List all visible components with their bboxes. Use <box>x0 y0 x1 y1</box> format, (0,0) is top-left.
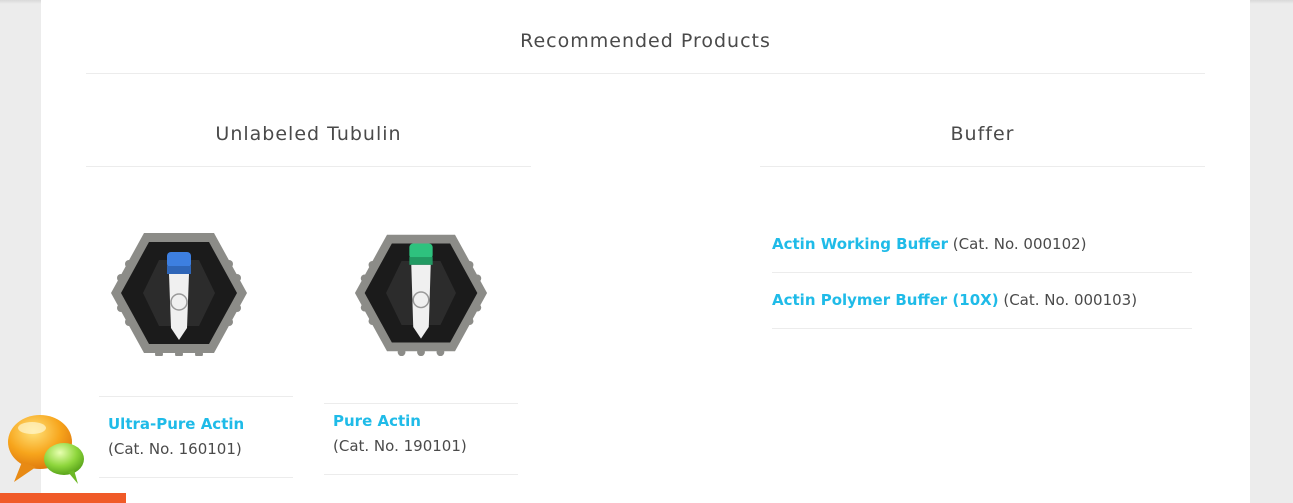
buffer-divider <box>772 272 1192 273</box>
buffer-item: Actin Working Buffer (Cat. No. 000102) <box>772 235 1192 253</box>
card-divider <box>99 396 293 397</box>
feedback-tab[interactable] <box>0 493 126 503</box>
column-divider-left <box>86 166 531 167</box>
buffer-cat-no: (Cat. No. 000102) <box>952 235 1087 253</box>
column-divider-right <box>760 166 1205 167</box>
product-name-link[interactable]: Pure Actin <box>333 412 421 430</box>
tube-hex-icon[interactable] <box>109 230 249 356</box>
product-cat-no: (Cat. No. 160101) <box>108 440 242 458</box>
buffer-divider <box>772 328 1192 329</box>
buffer-link[interactable]: Actin Working Buffer <box>772 235 948 253</box>
card-divider-bottom <box>324 474 518 475</box>
buffer-item: Actin Polymer Buffer (10X) (Cat. No. 000… <box>772 291 1192 309</box>
cap-color <box>409 243 433 259</box>
tube-hex-icon[interactable] <box>353 230 489 356</box>
recommended-products-panel: Recommended Products Unlabeled Tubulin U… <box>41 0 1250 503</box>
product-cat-no: (Cat. No. 190101) <box>333 437 467 455</box>
card-divider-bottom <box>99 477 293 478</box>
cap-color <box>167 252 191 268</box>
buffer-cat-no: (Cat. No. 000103) <box>1003 291 1138 309</box>
column-title-buffer: Buffer <box>950 123 1015 145</box>
section-title: Recommended Products <box>520 30 771 52</box>
buffer-link[interactable]: Actin Polymer Buffer (10X) <box>772 291 999 309</box>
column-title-tubulin: Unlabeled Tubulin <box>215 123 402 145</box>
card-divider <box>324 403 518 404</box>
chat-bubbles-icon[interactable] <box>4 412 86 488</box>
title-divider <box>86 73 1205 74</box>
product-name-link[interactable]: Ultra-Pure Actin <box>108 415 244 433</box>
